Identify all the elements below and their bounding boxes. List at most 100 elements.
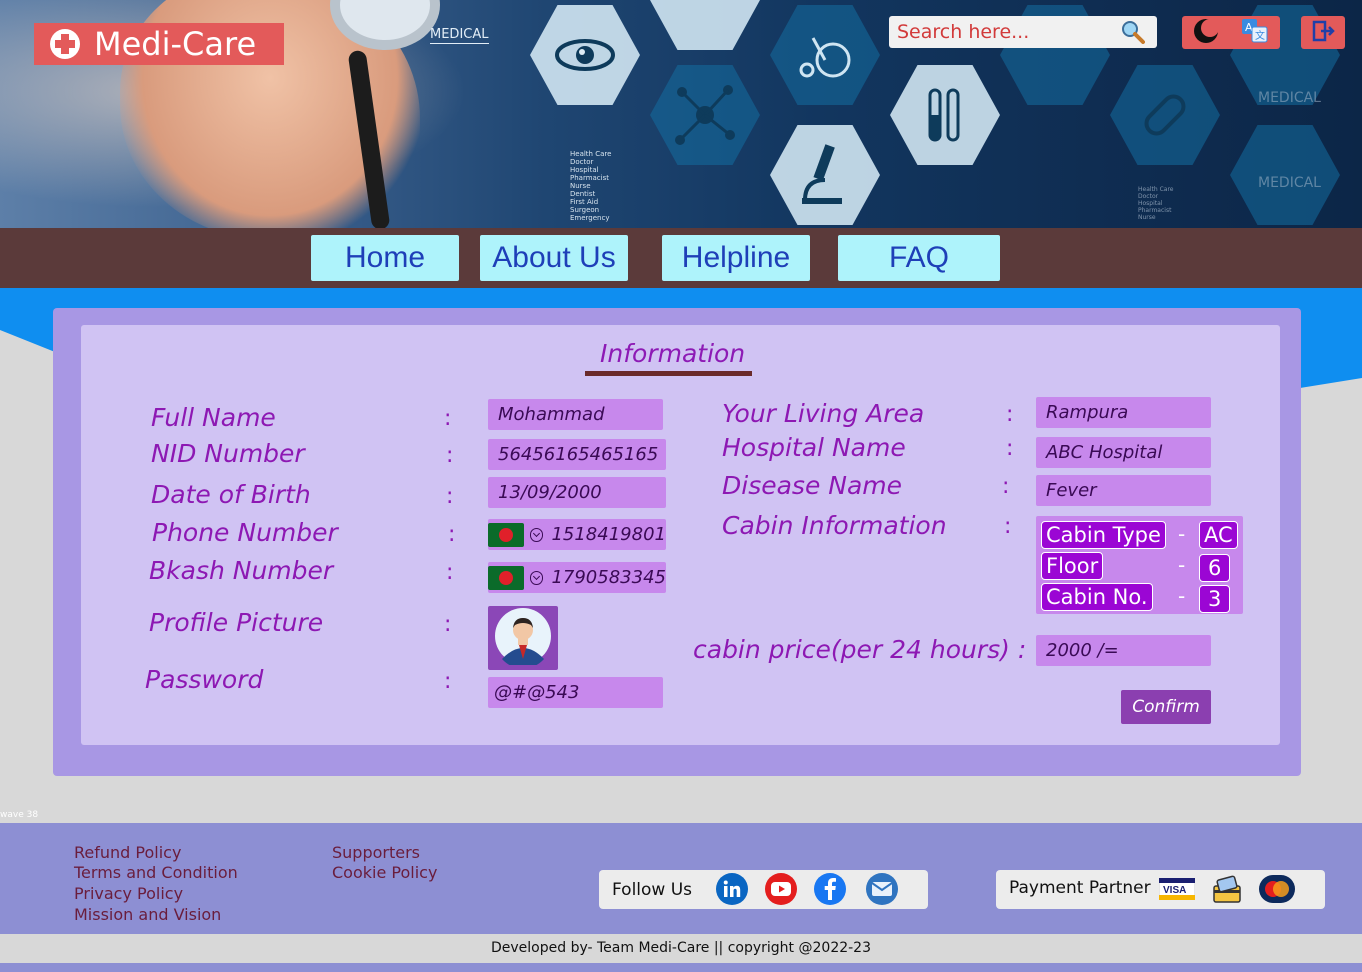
- phone-field[interactable]: 1518419801: [488, 519, 666, 550]
- colon: :: [446, 484, 454, 509]
- eye-hex-icon: [530, 5, 640, 105]
- visa-icon: VISA: [1158, 877, 1196, 904]
- medical-faint-2: MEDICAL: [1258, 175, 1321, 191]
- colon: :: [444, 612, 452, 637]
- svg-text:VISA: VISA: [1163, 885, 1186, 896]
- hex-top: [650, 0, 760, 50]
- disease-name-field[interactable]: Fever: [1036, 475, 1211, 506]
- facebook-icon[interactable]: [814, 873, 846, 905]
- password-label: Password: [145, 665, 264, 694]
- colon: :: [1004, 514, 1012, 539]
- linkedin-icon[interactable]: [716, 873, 748, 905]
- bangladesh-flag-icon: [488, 565, 524, 590]
- colon: :: [1006, 436, 1014, 461]
- hero-small-list: Health Care Doctor Hospital Pharmacist Nurs…: [570, 150, 612, 222]
- footer-link-privacy[interactable]: Privacy Policy: [74, 884, 183, 903]
- bottom-strip: [0, 963, 1362, 972]
- colon: :: [448, 522, 456, 547]
- floor-label: Floor: [1041, 552, 1104, 580]
- cabin-price-label: cabin price(per 24 hours) :: [693, 635, 1027, 664]
- cabin-info-label: Cabin Information: [722, 511, 947, 540]
- dob-label: Date of Birth: [151, 480, 311, 509]
- follow-us-label: Follow Us: [612, 880, 693, 900]
- medical-tag: MEDICAL: [430, 27, 489, 44]
- cabin-type-value[interactable]: AC: [1199, 521, 1238, 549]
- hospital-name-field[interactable]: ABC Hospital: [1036, 437, 1211, 468]
- nid-field[interactable]: 56456165465165: [488, 439, 666, 470]
- dark-mode-icon[interactable]: [1193, 18, 1219, 48]
- full-name-field[interactable]: Mohammad: [488, 399, 663, 430]
- mastercard-icon: [1259, 875, 1295, 907]
- footer-link-mission[interactable]: Mission and Vision: [74, 905, 221, 924]
- full-name-label: Full Name: [151, 403, 276, 432]
- hero-small-list-right: Health Care Doctor Hospital Pharmacist Nurs…: [1138, 186, 1174, 221]
- bangladesh-flag-icon: [488, 522, 524, 547]
- cabin-type-label: Cabin Type: [1041, 521, 1166, 549]
- chevron-down-icon[interactable]: [529, 570, 544, 585]
- dob-field[interactable]: 13/09/2000: [488, 477, 666, 508]
- colon: :: [444, 406, 452, 431]
- cabin-no-label: Cabin No.: [1041, 583, 1153, 611]
- footer-link-terms[interactable]: Terms and Condition: [74, 863, 238, 882]
- bkash-value: 1790583345: [551, 567, 666, 588]
- title-underline: [585, 371, 752, 376]
- header-tools: A文: [1182, 16, 1280, 49]
- chevron-down-icon[interactable]: [529, 527, 544, 542]
- brand-logo[interactable]: Medi-Care: [34, 23, 284, 65]
- translate-icon[interactable]: A文: [1241, 18, 1269, 48]
- brand-name: Medi-Care: [94, 25, 257, 63]
- card-icon: [1211, 874, 1243, 910]
- youtube-icon[interactable]: [765, 873, 797, 905]
- svg-text:文: 文: [1255, 29, 1265, 42]
- bkash-label: Bkash Number: [149, 556, 334, 585]
- nav-home[interactable]: Home: [311, 235, 459, 281]
- nid-label: NID Number: [151, 439, 305, 468]
- microscope-hex-icon: [770, 125, 880, 225]
- colon: :: [446, 443, 454, 468]
- avatar-icon: [494, 607, 552, 669]
- logout-icon: [1311, 19, 1335, 47]
- medical-faint-1: MEDICAL: [1258, 90, 1321, 106]
- search-bar: [889, 16, 1157, 48]
- cabin-price-field[interactable]: 2000 /=: [1036, 635, 1211, 666]
- hospital-name-label: Hospital Name: [722, 433, 906, 462]
- nav-about-us[interactable]: About Us: [480, 235, 628, 281]
- logout-button[interactable]: [1301, 16, 1345, 49]
- main-nav: Home About Us Helpline FAQ: [0, 228, 1362, 288]
- dash: -: [1178, 522, 1186, 546]
- wave-label: wave 38: [0, 810, 39, 820]
- nav-faq[interactable]: FAQ: [838, 235, 1000, 281]
- floor-value[interactable]: 6: [1199, 554, 1231, 582]
- nav-helpline[interactable]: Helpline: [662, 235, 810, 281]
- colon: :: [1002, 474, 1010, 499]
- wheelchair-hex-icon: [770, 5, 880, 105]
- info-title: Information: [600, 339, 746, 368]
- phone-value: 1518419801: [551, 524, 666, 545]
- footer-link-supporters[interactable]: Supporters: [332, 843, 420, 862]
- medical-cross-icon: [50, 29, 80, 59]
- mail-icon[interactable]: [866, 873, 898, 905]
- colon: :: [446, 560, 454, 585]
- bkash-field[interactable]: 1790583345: [488, 562, 666, 593]
- password-field[interactable]: @#@543: [488, 677, 663, 708]
- footer-link-cookie[interactable]: Cookie Policy: [332, 863, 437, 882]
- payment-partner-label: Payment Partner: [1009, 878, 1151, 898]
- wave-shape-right-gray: [1300, 378, 1362, 828]
- copyright-text: Developed by- Team Medi-Care || copyrigh…: [0, 934, 1362, 963]
- dash: -: [1178, 584, 1186, 608]
- profile-picture[interactable]: [488, 606, 558, 670]
- disease-name-label: Disease Name: [722, 471, 903, 500]
- living-area-field[interactable]: Rampura: [1036, 397, 1211, 428]
- colon: :: [1006, 402, 1014, 427]
- pill-hex-icon: [1110, 65, 1220, 165]
- profile-picture-label: Profile Picture: [149, 608, 324, 637]
- confirm-button[interactable]: Confirm: [1121, 690, 1211, 724]
- cabin-no-value[interactable]: 3: [1199, 585, 1231, 613]
- search-icon[interactable]: [1121, 20, 1145, 44]
- footer-link-refund-policy[interactable]: Refund Policy: [74, 843, 181, 862]
- dash: -: [1178, 553, 1186, 577]
- living-area-label: Your Living Area: [722, 399, 925, 428]
- phone-label: Phone Number: [152, 518, 338, 547]
- search-input[interactable]: [889, 21, 1104, 43]
- colon: :: [444, 669, 452, 694]
